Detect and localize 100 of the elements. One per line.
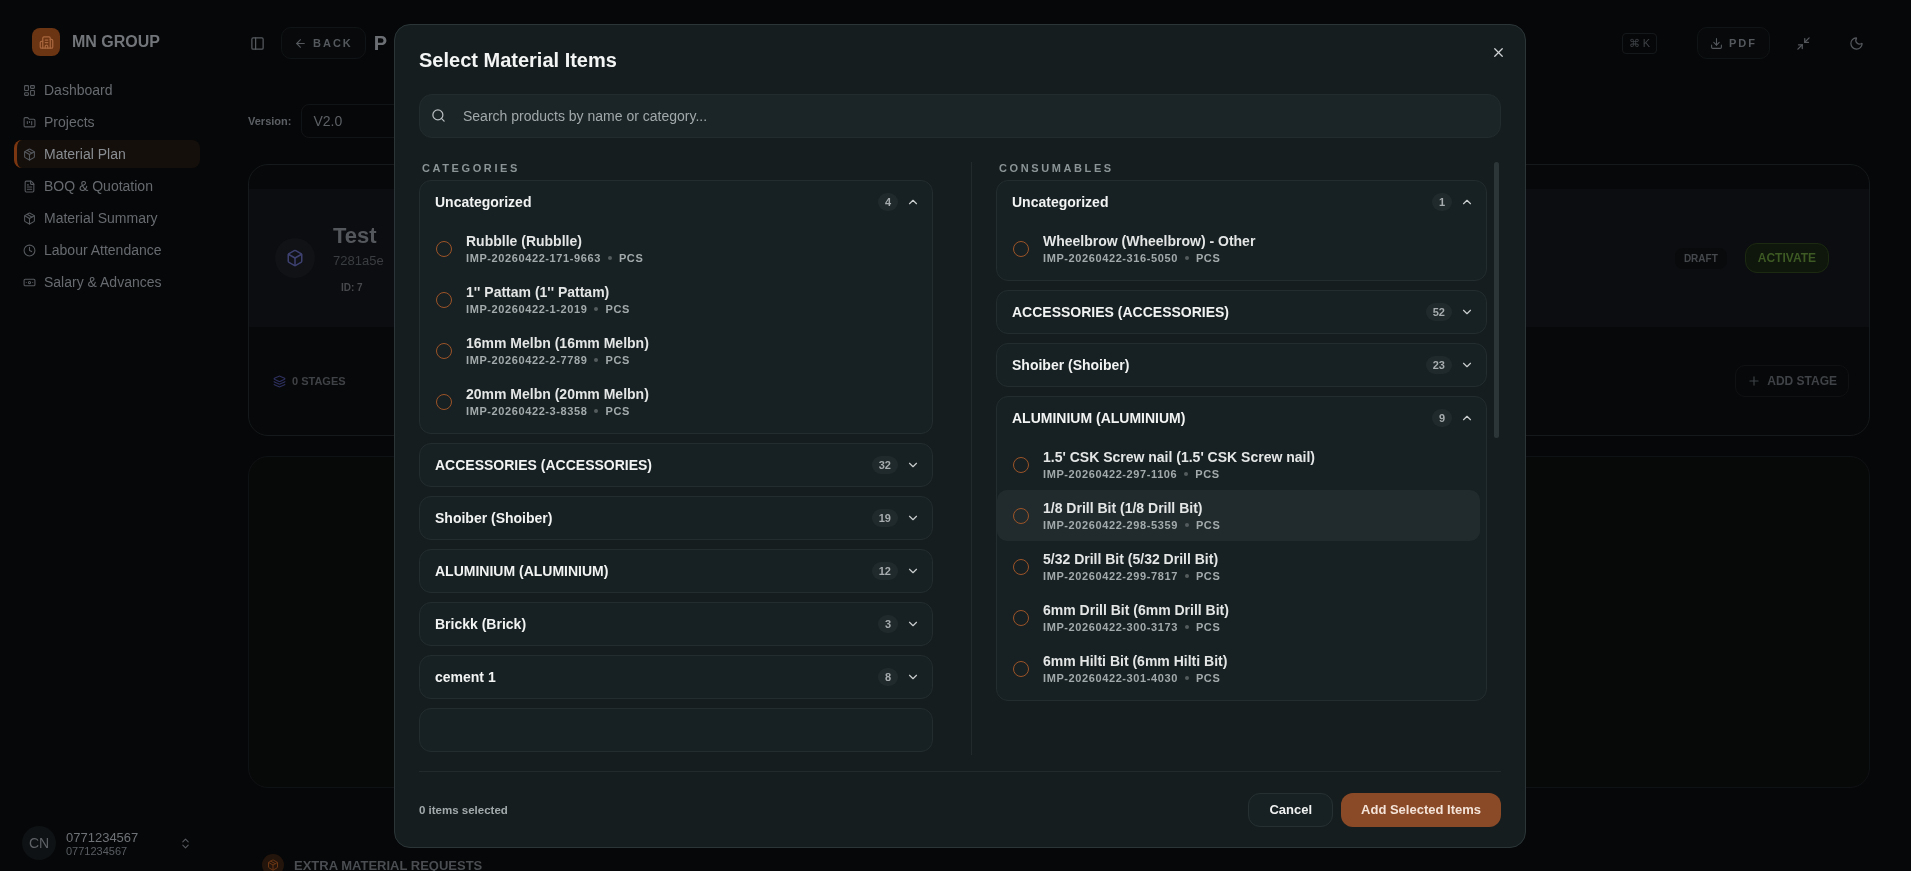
nav-label: Labour Attendance: [44, 242, 162, 258]
category-name[interactable]: ALUMINIUM (ALUMINIUM): [1012, 410, 1432, 426]
category-name[interactable]: Uncategorized: [1012, 194, 1432, 210]
category-name[interactable]: ACCESSORIES (ACCESSORIES): [435, 457, 872, 473]
product-row[interactable]: 1'' Pattam (1'' Pattam) IMP-20260422-1-2019 PCS: [420, 274, 926, 325]
category-name[interactable]: cement 1: [435, 669, 878, 685]
product-row[interactable]: Wheelbrow (Wheelbrow) - Other IMP-20260422-316-5050 PCS: [997, 223, 1480, 274]
nav-item[interactable]: Projects: [14, 108, 200, 136]
separator-dot: [1184, 574, 1189, 578]
product-name: 1/8 Drill Bit (1/8 Drill Bit): [1043, 500, 1204, 516]
package-icon: [23, 147, 36, 161]
product-name: 1.5' CSK Screw nail (1.5' CSK Screw nail): [1043, 449, 1315, 465]
shortcut-hint: ⌘ K: [1621, 32, 1657, 54]
product-name: 6mm Drill Bit (6mm Drill Bit): [1043, 602, 1229, 618]
search-field[interactable]: Search products by name or category...: [419, 94, 1501, 138]
status-badge: DRAFT: [1674, 247, 1727, 269]
product-row[interactable]: 1.5' CSK Screw nail (1.5' CSK Screw nail) IMP-20260422-297-1106 PCS: [997, 439, 1480, 490]
package-icon: [23, 211, 36, 225]
nav-label: Material Plan: [44, 146, 126, 162]
nav-label: Projects: [44, 114, 95, 130]
product-unit: PCS: [1195, 621, 1221, 633]
product-row[interactable]: 5/32 Drill Bit (5/32 Drill Bit) IMP-20260422-299-7817 PCS: [997, 541, 1480, 592]
separator-dot: [1184, 256, 1189, 260]
nav-label: Dashboard: [44, 82, 113, 98]
search-icon: [431, 108, 446, 123]
nav-item[interactable]: Labour Attendance: [14, 236, 200, 264]
nav-item[interactable]: Salary & Advances: [14, 268, 200, 296]
collapse-icon[interactable]: [1796, 35, 1811, 51]
chevrons-icon[interactable]: [179, 836, 192, 850]
user-avatar: CN: [22, 826, 56, 860]
add-selected-button[interactable]: Add Selected Items: [1341, 792, 1501, 827]
grid-icon: [23, 83, 36, 97]
scrollbar-thumb[interactable]: [1494, 162, 1499, 438]
product-row[interactable]: 1/8 Drill Bit (1/8 Drill Bit) IMP-20260422-298-5359 PCS: [997, 490, 1480, 541]
product-name: 20mm Melbn (20mm Melbn): [466, 386, 649, 402]
product-unit: PCS: [605, 405, 630, 417]
product-code: IMP-20260422-3-8358: [466, 405, 588, 417]
arrow-left-icon: [294, 36, 307, 50]
product-code: IMP-20260422-2-7789: [466, 354, 588, 366]
item-count: 1: [1431, 193, 1452, 211]
project-title: Test: [333, 223, 378, 249]
product-row[interactable]: 6mm Drill Bit (6mm Drill Bit) IMP-20260422-300-3173 PCS: [997, 592, 1480, 643]
item-count: 8: [877, 668, 898, 686]
separator-dot: [1184, 472, 1189, 476]
item-count: 52: [1425, 303, 1452, 321]
category-name[interactable]: Shoiber (Shoiber): [1012, 357, 1426, 373]
moon-icon[interactable]: [1849, 35, 1864, 51]
brand-name: MN GROUP: [72, 33, 160, 51]
product-row[interactable]: Rubblle (Rubblle) IMP-20260422-171-9663 PCS: [420, 223, 926, 274]
product-code: IMP-20260422-1-2019: [466, 303, 588, 315]
layers-icon: [273, 374, 286, 388]
separator-dot: [1184, 523, 1189, 527]
nav-item[interactable]: Dashboard: [14, 76, 200, 104]
product-code: IMP-20260422-299-7817: [1043, 570, 1178, 582]
product-name: Rubblle (Rubblle): [466, 233, 583, 249]
package-icon: [262, 854, 284, 871]
product-code: IMP-20260422-301-4030: [1043, 672, 1178, 684]
clock-icon: [23, 243, 36, 257]
separator-dot: [1184, 676, 1189, 680]
separator-dot: [607, 256, 612, 260]
product-name: 5/32 Drill Bit (5/32 Drill Bit): [1043, 551, 1220, 567]
product-unit: PCS: [1195, 519, 1221, 531]
product-name: 16mm Melbn (16mm Melbn): [466, 335, 649, 351]
nav-item[interactable]: BOQ & Quotation: [14, 172, 200, 200]
product-unit: PCS: [618, 252, 644, 264]
product-unit: PCS: [605, 354, 630, 366]
product-name: 1'' Pattam (1'' Pattam): [466, 284, 611, 300]
item-count: 23: [1425, 356, 1452, 374]
download-icon: [1710, 36, 1723, 50]
item-count: 19: [871, 509, 898, 527]
category-name[interactable]: ALUMINIUM (ALUMINIUM): [435, 563, 872, 579]
product-row[interactable]: 6mm Hilti Bit (6mm Hilti Bit) IMP-20260422-301-4030 PCS: [997, 643, 1480, 694]
category-name[interactable]: Uncategorized: [435, 194, 878, 210]
separator-dot: [594, 358, 599, 362]
folder-icon: [23, 115, 36, 129]
product-code: IMP-20260422-316-5050: [1043, 252, 1178, 264]
product-unit: PCS: [1195, 252, 1221, 264]
version-label: Version:: [248, 115, 292, 127]
product-row[interactable]: 20mm Melbn (20mm Melbn) IMP-20260422-3-8358 PCS: [420, 376, 926, 427]
user-detail: 0771234567: [66, 844, 129, 857]
product-unit: PCS: [1195, 570, 1221, 582]
nav-item[interactable]: Material Plan: [14, 140, 200, 168]
category-name[interactable]: Brickk (Brick): [435, 616, 878, 632]
category-name[interactable]: Shoiber (Shoiber): [435, 510, 872, 526]
item-count: 3: [877, 615, 898, 633]
project-id: ID: 7: [341, 282, 364, 293]
logo-icon: [32, 28, 60, 56]
selection-count: 0 items selected: [419, 803, 509, 816]
nav-item[interactable]: Material Summary: [14, 204, 200, 232]
sidebar-toggle-icon[interactable]: [250, 35, 265, 51]
product-code: IMP-20260422-171-9663: [466, 252, 601, 264]
nav-label: BOQ & Quotation: [44, 178, 153, 194]
category-name[interactable]: ACCESSORIES (ACCESSORIES): [1012, 304, 1426, 320]
product-row[interactable]: 16mm Melbn (16mm Melbn) IMP-20260422-2-7789 PCS: [420, 325, 926, 376]
product-code: IMP-20260422-297-1106: [1043, 468, 1178, 480]
cancel-button[interactable]: Cancel: [1248, 792, 1334, 827]
nav-label: Salary & Advances: [44, 274, 162, 290]
product-unit: PCS: [1195, 672, 1221, 684]
product-unit: PCS: [605, 303, 630, 315]
user-name: 0771234567: [66, 829, 140, 845]
